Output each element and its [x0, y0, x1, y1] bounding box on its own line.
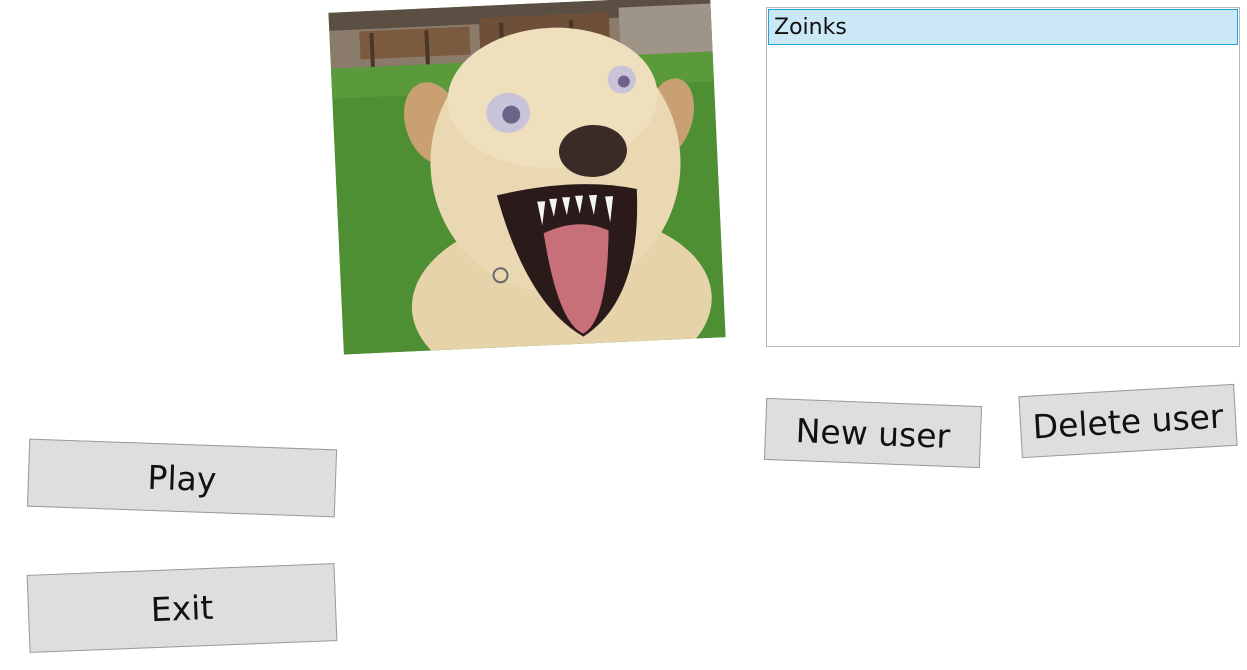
dog-photo-icon: [328, 0, 726, 355]
delete-user-button[interactable]: Delete user: [1018, 383, 1238, 459]
user-list-item-zoinks[interactable]: Zoinks: [768, 9, 1238, 45]
exit-button[interactable]: Exit: [26, 563, 338, 653]
play-button[interactable]: Play: [26, 438, 338, 518]
user-list[interactable]: Zoinks: [766, 7, 1240, 347]
new-user-button[interactable]: New user: [763, 397, 983, 469]
dog-picture: [328, 0, 726, 355]
